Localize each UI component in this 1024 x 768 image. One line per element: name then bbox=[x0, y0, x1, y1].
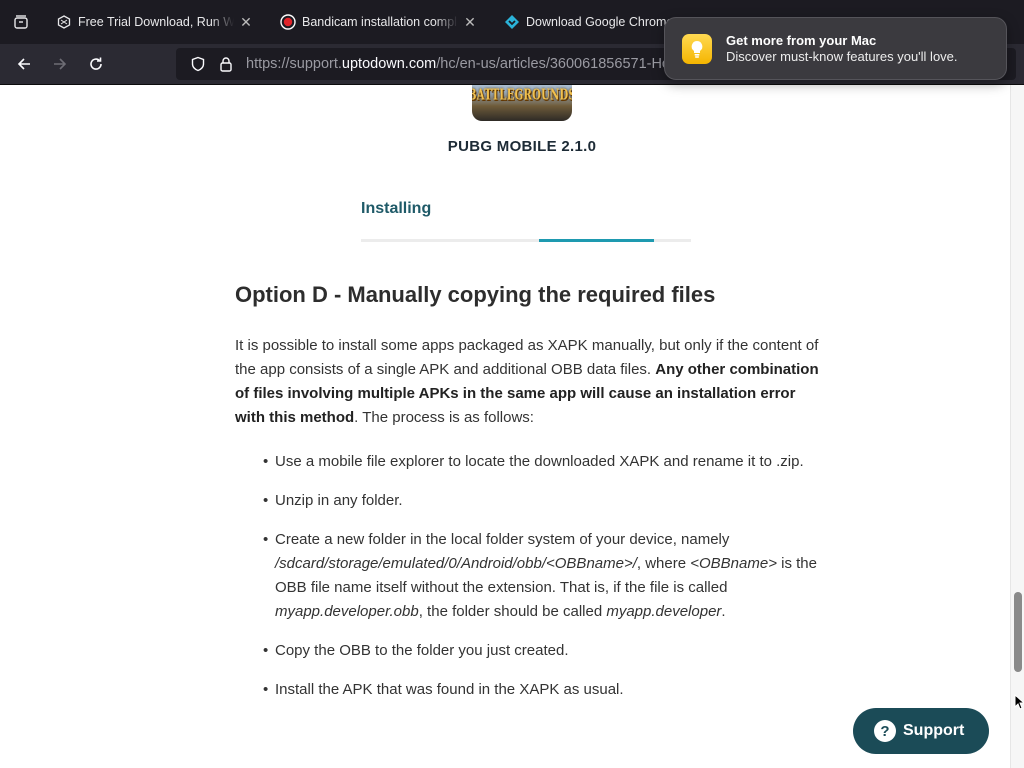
url-path: /hc/en-us/articles/360061856571-Ho bbox=[436, 56, 670, 72]
notification-text: Get more from your Mac Discover must-kno… bbox=[726, 33, 958, 65]
step-progress-indicator bbox=[539, 239, 654, 242]
reload-icon bbox=[90, 57, 102, 70]
tracking-protection-button[interactable] bbox=[184, 50, 212, 78]
url-text[interactable]: https://support.uptodown.com/hc/en-us/ar… bbox=[246, 56, 670, 72]
support-label: Support bbox=[903, 722, 965, 739]
example-file: myapp.developer.obb bbox=[275, 603, 419, 620]
intro-paragraph: It is possible to install some apps pack… bbox=[235, 334, 825, 430]
page-viewport: BATTLEGROUNDS PUBG MOBILE 2.1.0 Installi… bbox=[0, 85, 1010, 768]
tab-title: Free Trial Download, Run Windo bbox=[78, 15, 234, 29]
scrollbar-thumb[interactable] bbox=[1014, 592, 1022, 672]
url-prefix: https://support. bbox=[246, 56, 342, 72]
tab-parallels[interactable]: Free Trial Download, Run Windo ✕ bbox=[42, 0, 266, 44]
tab-title: Bandicam installation complete bbox=[302, 15, 458, 29]
obb-name: <OBBname> bbox=[690, 555, 777, 572]
tab-list-button[interactable] bbox=[0, 0, 42, 44]
bandicam-icon bbox=[280, 14, 296, 30]
lock-icon bbox=[220, 57, 232, 72]
tab-bandicam[interactable]: Bandicam installation complete ✕ bbox=[266, 0, 490, 44]
mouse-cursor-icon bbox=[1014, 694, 1024, 710]
tab-installing[interactable]: Installing bbox=[361, 200, 431, 218]
lightbulb-icon bbox=[682, 33, 712, 64]
close-icon[interactable]: ✕ bbox=[462, 14, 478, 30]
step-text: . bbox=[721, 603, 726, 620]
reload-button[interactable] bbox=[78, 48, 114, 80]
back-button[interactable] bbox=[6, 48, 42, 80]
step-text: , where bbox=[636, 555, 691, 572]
app-name: PUBG MOBILE 2.1.0 bbox=[447, 138, 597, 155]
forward-arrow-icon bbox=[54, 58, 67, 70]
back-arrow-icon bbox=[17, 58, 30, 70]
tab-list-icon bbox=[14, 15, 28, 29]
notification-title: Get more from your Mac bbox=[726, 32, 877, 48]
notification-body: Discover must-know features you'll love. bbox=[726, 48, 958, 64]
list-item: Use a mobile file explorer to locate the… bbox=[263, 450, 825, 474]
shield-icon bbox=[191, 56, 205, 72]
list-item: Copy the OBB to the folder you just crea… bbox=[263, 639, 825, 663]
site-info-button[interactable] bbox=[212, 50, 240, 78]
intro-text-end: . The process is as follows: bbox=[354, 409, 534, 426]
list-item: Create a new folder in the local folder … bbox=[263, 528, 825, 624]
close-icon[interactable]: ✕ bbox=[238, 14, 254, 30]
article-body: Option D - Manually copying the required… bbox=[235, 281, 825, 717]
step-text: , the folder should be called bbox=[418, 603, 607, 620]
support-button[interactable]: ? Support bbox=[853, 708, 989, 754]
section-heading: Option D - Manually copying the required… bbox=[235, 282, 716, 307]
parallels-icon bbox=[56, 14, 72, 30]
url-domain: uptodown.com bbox=[341, 56, 437, 72]
app-logo-text: BATTLEGROUNDS bbox=[472, 87, 572, 104]
app-icon[interactable]: BATTLEGROUNDS bbox=[472, 85, 572, 121]
steps-list: Use a mobile file explorer to locate the… bbox=[235, 450, 825, 702]
step-progress-track bbox=[361, 239, 691, 242]
macos-notification[interactable]: Get more from your Mac Discover must-kno… bbox=[664, 17, 1007, 80]
obb-path: /sdcard/storage/emulated/0/Android/obb/<… bbox=[275, 555, 637, 572]
forward-button[interactable] bbox=[42, 48, 78, 80]
list-item: Install the APK that was found in the XA… bbox=[263, 678, 825, 702]
uptodown-icon bbox=[504, 14, 520, 30]
list-item: Unzip in any folder. bbox=[263, 489, 825, 513]
help-icon: ? bbox=[874, 720, 896, 742]
example-folder: myapp.developer bbox=[606, 603, 722, 620]
step-text: Create a new folder in the local folder … bbox=[275, 531, 730, 548]
